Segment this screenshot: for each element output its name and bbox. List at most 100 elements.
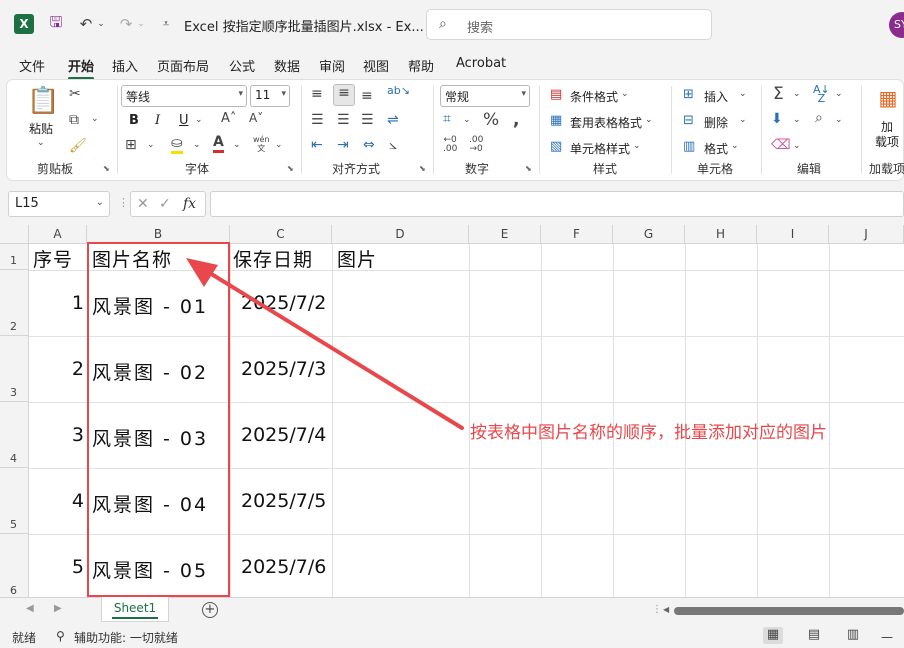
chevron-down-icon[interactable]: ⌄ — [621, 89, 629, 99]
increase-font-icon[interactable]: A˄ — [221, 111, 236, 126]
text-direction-icon[interactable]: ab↘ — [387, 84, 410, 97]
align-left-icon[interactable]: ☰ — [311, 112, 324, 128]
format-as-table-icon[interactable]: ▦ — [550, 113, 562, 128]
increase-decimal-icon[interactable]: ←0.00 — [443, 136, 457, 154]
clipboard-launcher-icon[interactable]: ⬊ — [103, 164, 110, 173]
find-select-dropdown-icon[interactable]: ⌄ — [835, 115, 843, 125]
italic-button[interactable]: I — [155, 113, 160, 128]
delete-cells-button[interactable]: 删除 — [704, 114, 728, 131]
font-color-dropdown-icon[interactable]: ⌄ — [233, 140, 241, 150]
tab-formulas[interactable]: 公式 — [229, 56, 255, 75]
accessibility-icon[interactable]: ⚲ — [56, 629, 65, 643]
fill-dropdown-icon[interactable]: ⌄ — [793, 115, 801, 125]
addins-icon[interactable]: ▦ — [874, 86, 902, 114]
add-sheet-icon[interactable]: + — [202, 602, 218, 618]
borders-icon[interactable]: ⊞ — [125, 137, 137, 153]
comma-icon[interactable]: , — [513, 110, 519, 130]
increase-indent-icon[interactable]: ⇥ — [337, 137, 349, 153]
cancel-icon[interactable]: ✕ — [137, 196, 149, 212]
customize-qat-icon[interactable]: ⩡ — [156, 14, 176, 34]
wrap-text-icon[interactable]: ⇌ — [387, 112, 399, 128]
chevron-down-icon[interactable]: ⌄ — [739, 115, 747, 125]
paste-icon[interactable]: 📋 — [27, 86, 59, 116]
phonetic-icon[interactable]: wén 文 — [253, 135, 270, 153]
redo-icon[interactable]: ↷ — [116, 14, 136, 34]
tab-data[interactable]: 数据 — [274, 56, 300, 75]
underline-button[interactable]: U — [179, 113, 189, 128]
copy-dropdown-icon[interactable]: ⌄ — [91, 114, 99, 124]
underline-dropdown-icon[interactable]: ⌄ — [195, 115, 203, 125]
fill-color-icon[interactable]: ⛀ — [171, 135, 183, 154]
tab-help[interactable]: 帮助 — [408, 56, 434, 75]
font-launcher-icon[interactable]: ⬊ — [287, 164, 294, 173]
sort-filter-dropdown-icon[interactable]: ⌄ — [835, 89, 843, 99]
borders-dropdown-icon[interactable]: ⌄ — [147, 140, 155, 150]
prev-sheet-icon[interactable]: ◀ — [26, 603, 34, 614]
page-layout-view-icon[interactable]: ▤ — [804, 627, 824, 644]
conditional-format-icon[interactable]: ▤ — [550, 87, 562, 102]
tab-view[interactable]: 视图 — [363, 56, 389, 75]
sheet-tab-sheet1[interactable]: Sheet1 — [101, 597, 169, 622]
tab-insert[interactable]: 插入 — [112, 56, 138, 75]
page-break-view-icon[interactable]: ▥ — [843, 627, 863, 644]
name-box[interactable]: L15 ⌄ — [8, 191, 110, 217]
decrease-font-icon[interactable]: A˅ — [249, 111, 263, 125]
format-cells-icon[interactable]: ▥ — [683, 139, 695, 154]
save-icon[interactable]: 🖫 — [46, 13, 66, 34]
search-input[interactable]: ⌕ 搜索 — [426, 9, 712, 40]
format-as-table-button[interactable]: 套用表格格式 — [570, 114, 642, 131]
avatar[interactable]: SY — [889, 12, 904, 38]
format-painter-icon[interactable]: 🖌 — [69, 138, 87, 154]
align-top-icon[interactable]: ≡ — [311, 86, 323, 102]
fill-icon[interactable]: ⬇ — [771, 111, 783, 127]
delete-cells-icon[interactable]: ⊟ — [683, 113, 694, 128]
clear-icon[interactable]: ⌫ — [771, 137, 791, 153]
percent-icon[interactable]: % — [483, 110, 499, 130]
tab-page-layout[interactable]: 页面布局 — [157, 56, 209, 75]
format-cells-button[interactable]: 格式 — [704, 140, 728, 157]
paste-dropdown-icon[interactable]: ⌄ — [37, 138, 45, 148]
fill-color-dropdown-icon[interactable]: ⌄ — [193, 140, 201, 150]
chevron-down-icon[interactable]: ⌄ — [731, 141, 739, 151]
font-size-select[interactable]: 11 ▾ — [250, 85, 290, 107]
redo-dropdown-icon[interactable]: ⌄ — [136, 14, 146, 34]
decrease-decimal-icon[interactable]: .00 →0 — [469, 136, 483, 154]
alignment-launcher-icon[interactable]: ⬊ — [419, 164, 426, 173]
next-sheet-icon[interactable]: ▶ — [54, 603, 62, 614]
font-name-select[interactable]: 等线 ▾ — [121, 85, 247, 107]
insert-function-button[interactable]: fx — [183, 196, 196, 212]
tab-split-handle[interactable]: ⋮ — [652, 604, 662, 615]
undo-icon[interactable]: ↶ — [76, 14, 96, 34]
merge-center-icon[interactable]: ⇔ — [363, 137, 375, 153]
chevron-down-icon[interactable]: ⌄ — [633, 141, 641, 151]
number-launcher-icon[interactable]: ⬊ — [525, 164, 532, 173]
copy-icon[interactable]: ⧉ — [69, 112, 79, 128]
cell-styles-icon[interactable]: ▧ — [550, 139, 562, 154]
horizontal-scrollbar[interactable] — [674, 607, 904, 615]
scroll-left-icon[interactable]: ◀ — [663, 605, 669, 614]
align-bottom-icon[interactable]: ≡ — [361, 88, 373, 104]
autosum-icon[interactable]: Σ — [773, 84, 784, 104]
font-color-icon[interactable]: A — [213, 134, 224, 153]
align-center-icon[interactable]: ☰ — [337, 112, 350, 128]
align-right-icon[interactable]: ☰ — [361, 112, 374, 128]
addins-button[interactable]: 加 载项 — [875, 120, 899, 150]
insert-cells-icon[interactable]: ⊞ — [683, 87, 694, 102]
conditional-format-button[interactable]: 条件格式 — [570, 88, 618, 105]
undo-dropdown-icon[interactable]: ⌄ — [96, 14, 106, 34]
clear-dropdown-icon[interactable]: ⌄ — [793, 141, 801, 151]
sort-filter-icon[interactable]: A↓ Z — [813, 84, 830, 104]
formula-input[interactable] — [210, 191, 904, 217]
decrease-indent-icon[interactable]: ⇤ — [311, 137, 323, 153]
tab-review[interactable]: 审阅 — [319, 56, 345, 75]
accounting-icon[interactable]: ⌗ — [443, 111, 451, 127]
cut-icon[interactable]: ✂ — [69, 86, 81, 102]
drag-handle-icon[interactable]: ⋮ — [118, 196, 129, 209]
accounting-dropdown-icon[interactable]: ⌄ — [463, 115, 471, 125]
cell-styles-button[interactable]: 单元格样式 — [570, 140, 630, 157]
zoom-out-icon[interactable]: — — [881, 630, 893, 644]
chevron-down-icon[interactable]: ⌄ — [739, 89, 747, 99]
tab-home[interactable]: 开始 — [68, 56, 95, 80]
normal-view-icon[interactable]: ▦ — [763, 627, 783, 644]
phonetic-dropdown-icon[interactable]: ⌄ — [275, 140, 283, 150]
